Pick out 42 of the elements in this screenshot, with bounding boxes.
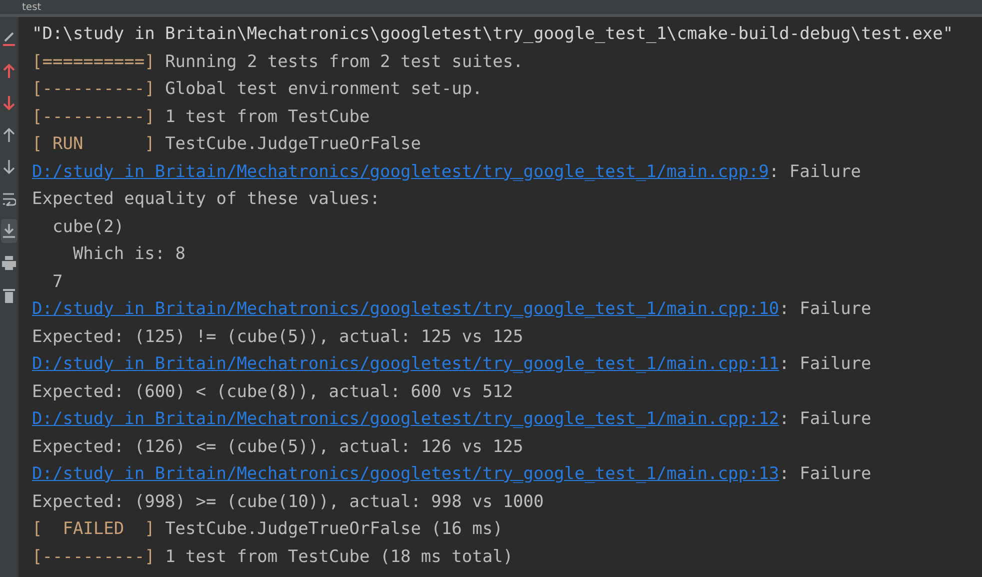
console-text: TestCube.JudgeTrueOrFalse (16 ms) — [164, 519, 503, 539]
toolbar-button[interactable] — [1, 219, 17, 243]
console-text: Expected: (998) >= (cube(10)), actual: 998 vs 1000 — [32, 490, 545, 514]
console-text: : Failure — [779, 464, 872, 484]
console-text: Expected equality of these values: — [32, 188, 381, 211]
soft-wrap-icon — [2, 192, 16, 206]
console-text: TestCube.JudgeTrueOrFalse — [164, 134, 421, 154]
status-tag: [----------] — [32, 546, 155, 566]
status-tag: [----------] — [32, 79, 155, 99]
status-tag: [==========] — [32, 52, 155, 72]
console-text: Expected: (126) <= (cube(5)), actual: 126 vs 125 — [32, 436, 524, 458]
console-text: Running 2 tests from 2 test suites. — [164, 52, 524, 72]
console-text: Expected: (125) != (cube(5)), actual: 125 vs 125 — [32, 326, 524, 348]
console-text: 1 test from TestCube (18 ms total) — [164, 546, 514, 566]
file-link[interactable]: D:/study in Britain/Mechatronics/googletest/try_google_test_1/main.cpp:13 — [32, 464, 780, 484]
console-text: Which is: 8 — [72, 243, 187, 266]
console-text: : Failure — [768, 162, 862, 182]
trash-icon — [3, 288, 15, 302]
status-tag: [ RUN ] — [32, 134, 155, 154]
console-text: cube(2) — [51, 216, 126, 238]
clear-pencil-icon — [2, 31, 16, 47]
command-line-text: "D:\study in Britain\Mechatronics\googletest\try_google_test_1\cmake-build-debug\test.exe" — [32, 23, 954, 46]
console-text: : Failure — [779, 409, 872, 429]
file-link[interactable]: D:/study in Britain/Mechatronics/googletest/try_google_test_1/main.cpp:9 — [32, 162, 769, 182]
file-link[interactable]: D:/study in Britain/Mechatronics/googletest/try_google_test_1/main.cpp:12 — [32, 409, 780, 429]
download-icon — [2, 223, 16, 239]
status-tag: [ FAILED ] — [32, 519, 155, 539]
file-link[interactable]: D:/study in Britain/Mechatronics/googletest/try_google_test_1/main.cpp:11 — [32, 354, 780, 374]
down-arrow-icon — [3, 159, 15, 175]
console-text: 1 test from TestCube — [164, 106, 370, 126]
console-text: Expected: (600) < (cube(8)), actual: 600 vs 512 — [32, 380, 514, 404]
console-text: 7 — [51, 270, 64, 294]
down-arrow-icon — [3, 95, 15, 111]
console-text: Global test environment set-up. — [164, 79, 482, 99]
console-text: : Failure — [779, 299, 872, 319]
console-tab[interactable]: test — [12, 2, 52, 14]
up-arrow-icon — [3, 63, 15, 79]
print-icon — [2, 256, 16, 270]
up-arrow-icon — [3, 127, 15, 143]
file-link[interactable]: D:/study in Britain/Mechatronics/googletest/try_google_test_1/main.cpp:10 — [32, 299, 780, 319]
status-tag: [----------] — [32, 106, 155, 126]
console-text: : Failure — [779, 354, 872, 374]
